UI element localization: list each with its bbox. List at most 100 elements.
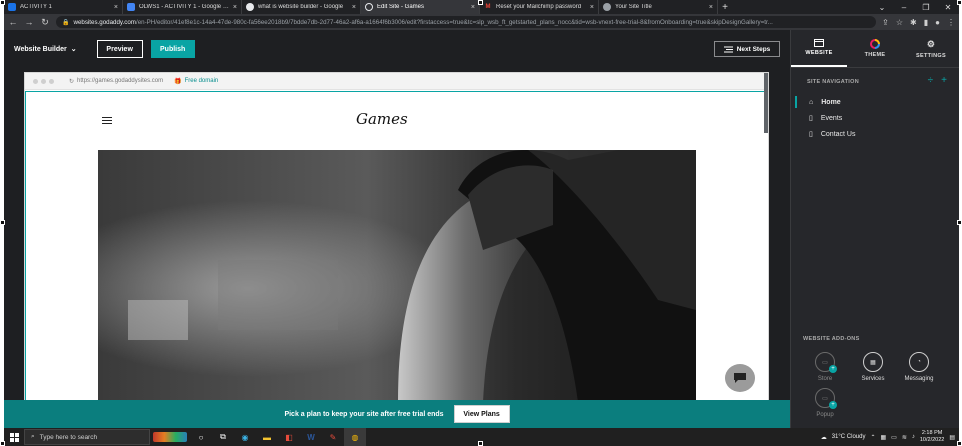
page-item-contact-us[interactable]: ▯ Contact Us: [791, 126, 959, 142]
theme-icon: [870, 39, 880, 49]
taskbar-search-box[interactable]: ⌕ Type here to search: [24, 429, 150, 445]
resize-handle-bottom-left[interactable]: [0, 441, 5, 446]
reload-icon[interactable]: ↻: [40, 17, 50, 28]
chat-bubble-button[interactable]: [725, 364, 755, 392]
tab-label: THEME: [864, 52, 886, 58]
screenshot-frame: ACTIVITY 1 × OLWS1 - ACTIVITY 1 - Google…: [4, 0, 959, 446]
website-builder-menu[interactable]: Website Builder ⌄: [14, 45, 77, 54]
resize-handle-bottom-right[interactable]: [957, 441, 962, 446]
address-bar-icons: ⇪ ☆ ✱ ▮ ● ⋮: [882, 18, 955, 27]
clock-date: 10/2/2022: [919, 437, 945, 443]
close-tab-icon[interactable]: ×: [233, 4, 237, 11]
profile-icon[interactable]: ●: [935, 18, 940, 27]
network-icon[interactable]: ▦: [880, 434, 886, 441]
hero-image[interactable]: [98, 150, 696, 401]
share-icon[interactable]: ⇪: [882, 18, 889, 27]
site-navigation-heading: SITE NAVIGATION: [807, 79, 859, 85]
preview-button[interactable]: Preview: [96, 40, 143, 58]
addon-label: Store: [817, 376, 833, 382]
browser-tab[interactable]: ACTIVITY 1 ×: [4, 0, 123, 14]
tab-website[interactable]: WEBSITE: [791, 30, 847, 67]
search-highlight-icon[interactable]: [150, 428, 190, 446]
page-list: ⌂ Home ▯ Events ▯ Contact Us: [791, 94, 959, 142]
addon-messaging[interactable]: ◔ Messaging: [897, 352, 941, 382]
resize-handle-left[interactable]: [0, 220, 5, 225]
next-steps-button[interactable]: Next Steps: [714, 41, 780, 57]
menu-icon[interactable]: ⋮: [947, 18, 955, 27]
home-icon: ⌂: [809, 98, 814, 106]
weather-icon: ☁: [820, 434, 827, 441]
close-window-icon[interactable]: ✕: [937, 0, 959, 14]
hamburger-menu-icon[interactable]: [102, 117, 112, 126]
back-icon[interactable]: ←: [8, 17, 18, 27]
wifi-icon[interactable]: ≋: [902, 434, 907, 441]
page-item-events[interactable]: ▯ Events: [791, 110, 959, 126]
chrome-icon[interactable]: ◍: [344, 428, 366, 446]
close-tab-icon[interactable]: ×: [352, 4, 356, 11]
publish-button[interactable]: Publish: [150, 40, 195, 58]
bookmark-star-icon[interactable]: ☆: [896, 18, 903, 27]
site-canvas[interactable]: Games: [25, 91, 768, 401]
minimize-icon[interactable]: –: [893, 0, 915, 14]
word-icon[interactable]: W: [300, 428, 322, 446]
lock-icon: 🔒: [62, 19, 70, 26]
battery-icon[interactable]: ▭: [891, 434, 897, 441]
system-tray: ☁ 31°C Cloudy ⌃ ▦ ▭ ≋ ♪ 2:18 PM 10/2/202…: [821, 430, 959, 444]
volume-icon[interactable]: ♪: [912, 434, 915, 440]
resize-handle-top-right[interactable]: [957, 0, 962, 5]
list-icon: [723, 46, 733, 52]
side-panel-icon[interactable]: ▮: [924, 18, 928, 27]
free-domain-link[interactable]: 🎁 Free domain: [174, 78, 218, 85]
tray-chevron-icon[interactable]: ⌃: [870, 434, 875, 441]
resize-handle-top[interactable]: [478, 0, 483, 5]
clock[interactable]: 2:18 PM 10/2/2022: [920, 430, 944, 444]
addon-store[interactable]: ▭ + Store: [803, 352, 847, 382]
tab-search-icon[interactable]: ⌄: [871, 0, 893, 14]
tab-settings[interactable]: ⚙ SETTINGS: [903, 30, 959, 67]
addon-popup[interactable]: ▭ + Popup: [803, 388, 847, 418]
close-tab-icon[interactable]: ×: [709, 4, 713, 11]
calendar-icon: ▦: [863, 352, 883, 372]
tab-theme[interactable]: THEME: [847, 30, 903, 67]
editor-side-panel: WEBSITE THEME ⚙ SETTINGS SITE NAVIGATION…: [790, 30, 959, 428]
resize-handle-top-left[interactable]: [0, 0, 5, 5]
url-bar[interactable]: 🔒 websites.godaddy.com/en-PH/editor/41ef…: [56, 16, 877, 28]
windows-start-icon[interactable]: [4, 428, 24, 446]
site-title[interactable]: Games: [356, 110, 408, 128]
maximize-icon[interactable]: ❐: [915, 0, 937, 14]
add-page-icon[interactable]: +: [941, 75, 947, 86]
task-view-icon[interactable]: ⧉: [212, 428, 234, 446]
edge-icon[interactable]: ◉: [234, 428, 256, 446]
browser-tab[interactable]: what is website builder - Google ×: [242, 0, 361, 14]
app-icon[interactable]: ✎: [322, 428, 344, 446]
tab-title: Your Site Title: [615, 4, 652, 10]
file-explorer-icon[interactable]: ▬: [256, 428, 278, 446]
weather-text[interactable]: 31°C Cloudy: [832, 434, 866, 440]
add-badge-icon: +: [829, 365, 837, 373]
office-icon[interactable]: ◧: [278, 428, 300, 446]
resize-handle-right[interactable]: [957, 220, 962, 225]
notifications-icon[interactable]: ▤: [949, 434, 955, 441]
close-tab-icon[interactable]: ×: [590, 4, 594, 11]
site-navigation-actions: ÷ +: [928, 75, 947, 86]
reorder-icon[interactable]: ÷: [928, 75, 934, 86]
panel-tabs: WEBSITE THEME ⚙ SETTINGS: [791, 30, 959, 68]
page-item-home[interactable]: ⌂ Home: [791, 94, 959, 110]
new-tab-button[interactable]: +: [718, 0, 732, 14]
close-tab-icon[interactable]: ×: [471, 4, 475, 11]
gear-icon: ⚙: [926, 38, 936, 49]
addon-services[interactable]: ▦ Services: [851, 352, 895, 382]
browser-tab[interactable]: Your Site Title ×: [599, 0, 718, 14]
extensions-icon[interactable]: ✱: [910, 18, 917, 27]
website-addons-heading: WEBSITE ADD-ONS: [803, 336, 860, 342]
forward-icon[interactable]: →: [24, 17, 34, 27]
cortana-icon[interactable]: ○: [190, 428, 212, 446]
browser-tab[interactable]: OLWS1 - ACTIVITY 1 - Google Do ×: [123, 0, 242, 14]
view-plans-button[interactable]: View Plans: [453, 405, 510, 423]
close-tab-icon[interactable]: ×: [114, 4, 118, 11]
add-badge-icon: +: [829, 401, 837, 409]
preview-scrollbar[interactable]: [764, 73, 768, 133]
browser-tab[interactable]: M Reset your Mailchimp password ×: [480, 0, 599, 14]
browser-tab-active[interactable]: Edit Site - Games ×: [361, 0, 480, 14]
resize-handle-bottom[interactable]: [478, 441, 483, 446]
